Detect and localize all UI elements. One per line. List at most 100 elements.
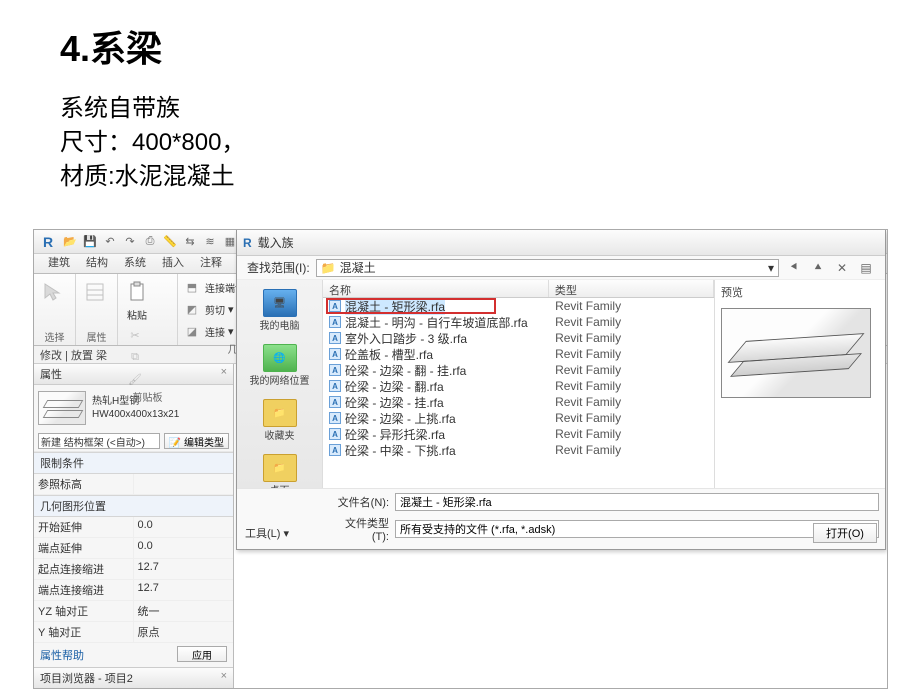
cut-label: 剪切 xyxy=(205,302,225,317)
cut-icon[interactable]: ◩ xyxy=(182,299,202,319)
place-my-network[interactable]: 🌐我的网络位置 xyxy=(245,341,315,390)
tab-structure[interactable]: 结构 xyxy=(78,252,116,273)
load-family-dialog: R 载入族 查找范围(I): 📁 混凝土 ▾ ⯇ ⯅ ✕ ▤ 🖥我的电脑 🌐我的… xyxy=(236,230,886,550)
group-select: 选择 xyxy=(34,274,76,345)
tab-insert[interactable]: 插入 xyxy=(154,252,192,273)
sync-icon[interactable]: ⇆ xyxy=(182,234,198,250)
param-k: 起点连接缩进 xyxy=(34,559,134,579)
cut-clip-icon[interactable]: ✂ xyxy=(125,325,145,345)
param-k: YZ 轴对正 xyxy=(34,601,134,621)
edit-type-button[interactable]: 📝 编辑类型 xyxy=(164,433,229,449)
folder-icon: 📁 xyxy=(321,261,336,275)
col-name[interactable]: 名称 xyxy=(323,280,549,297)
rfa-file-icon: A xyxy=(329,380,341,392)
properties-help-link[interactable]: 属性帮助 xyxy=(34,645,90,665)
scope-dropdown[interactable]: 📁 混凝土 ▾ xyxy=(316,259,779,277)
file-row[interactable]: A混凝土 - 矩形梁.rfaRevit Family xyxy=(323,298,714,314)
edit-type-label: 编辑类型 xyxy=(184,438,224,449)
file-row[interactable]: A砼梁 - 边梁 - 翻.rfaRevit Family xyxy=(323,378,714,394)
file-row[interactable]: A砼盖板 - 槽型.rfaRevit Family xyxy=(323,346,714,362)
thin-lines-icon[interactable]: ≋ xyxy=(202,234,218,250)
file-row[interactable]: A砼梁 - 边梁 - 上挑.rfaRevit Family xyxy=(323,410,714,426)
rfa-file-icon: A xyxy=(329,348,341,360)
redo-icon[interactable]: ↷ xyxy=(122,234,138,250)
file-type: Revit Family xyxy=(549,427,714,441)
instance-filter-select[interactable]: 新建 结构框架 (<自动>) xyxy=(38,433,160,449)
delete-icon[interactable]: ✕ xyxy=(833,259,851,277)
group-properties: 属性 xyxy=(76,274,118,345)
file-name: 混凝土 - 矩形梁.rfa xyxy=(345,298,445,315)
file-type-label: 文件类型(T): xyxy=(329,515,389,543)
properties-title-text: 属性 xyxy=(40,369,62,381)
tab-architecture[interactable]: 建筑 xyxy=(40,252,78,273)
join-label: 连接 xyxy=(205,324,225,339)
instance-filter-row: 新建 结构框架 (<自动>) 📝 编辑类型 xyxy=(34,431,233,452)
param-v[interactable]: 统一 xyxy=(134,601,234,621)
file-type: Revit Family xyxy=(549,315,714,329)
back-icon[interactable]: ⯇ xyxy=(785,259,803,277)
join-icon[interactable]: ◪ xyxy=(182,321,202,341)
properties-panel: 属性 × 热轧H型钢 HW400x400x13x21 新建 结构框架 (<自动>… xyxy=(34,364,234,688)
place-favorites[interactable]: 📁收藏夹 xyxy=(245,396,315,445)
param-v[interactable]: 原点 xyxy=(134,622,234,642)
monitor-icon: 🖥 xyxy=(263,289,297,317)
apply-button[interactable]: 应用 xyxy=(177,646,227,662)
file-name: 砼梁 - 边梁 - 上挑.rfa xyxy=(345,410,456,427)
place-my-computer[interactable]: 🖥我的电脑 xyxy=(245,286,315,335)
panel-close-icon[interactable]: × xyxy=(221,670,227,682)
project-browser-title: 项目浏览器 - 项目2 × xyxy=(34,668,233,689)
file-row[interactable]: A混凝土 - 明沟 - 自行车坡道底部.rfaRevit Family xyxy=(323,314,714,330)
file-row[interactable]: A砼梁 - 中梁 - 下挑.rfaRevit Family xyxy=(323,442,714,458)
modify-cursor-icon[interactable] xyxy=(38,277,68,307)
file-type-select[interactable] xyxy=(395,520,879,538)
place-desktop[interactable]: 📁桌面 xyxy=(245,451,315,488)
file-row[interactable]: A 室外入口踏步 - 3 级.rfa Revit Family xyxy=(323,330,714,346)
revit-logo-icon: R xyxy=(40,234,56,250)
print-icon[interactable]: ⎙ xyxy=(142,234,158,250)
views-icon[interactable]: ▤ xyxy=(857,259,875,277)
tab-system[interactable]: 系统 xyxy=(116,252,154,273)
save-icon[interactable]: 💾 xyxy=(82,234,98,250)
undo-icon[interactable]: ↶ xyxy=(102,234,118,250)
rfa-file-icon: A xyxy=(329,364,341,376)
dropdown-icon[interactable]: ▾ xyxy=(228,325,234,338)
paste-label: 粘贴 xyxy=(127,307,147,322)
file-rows: A混凝土 - 矩形梁.rfaRevit FamilyA混凝土 - 明沟 - 自行… xyxy=(323,298,714,488)
file-row[interactable]: A砼梁 - 边梁 - 翻 - 挂.rfaRevit Family xyxy=(323,362,714,378)
properties-icon[interactable] xyxy=(80,277,110,307)
param-v[interactable]: 12.7 xyxy=(134,559,234,579)
folder-icon: 📁 xyxy=(263,454,297,482)
match-icon[interactable]: 🖌 xyxy=(125,369,145,389)
param-k: 开始延伸 xyxy=(34,517,134,537)
param-k: 端点延伸 xyxy=(34,538,134,558)
param-ref-level: 参照标高 xyxy=(34,474,134,494)
file-row[interactable]: A砼梁 - 边梁 - 挂.rfaRevit Family xyxy=(323,394,714,410)
rfa-file-icon: A xyxy=(329,316,341,328)
param-v[interactable]: 12.7 xyxy=(134,580,234,600)
param-ref-level-value[interactable] xyxy=(134,474,234,494)
project-browser-title-text: 项目浏览器 - 项目2 xyxy=(40,673,133,685)
cope-icon[interactable]: ⬒ xyxy=(182,277,202,297)
open-button[interactable]: 打开(O) xyxy=(813,523,877,543)
dropdown-icon[interactable]: ▾ xyxy=(228,303,234,316)
paste-icon[interactable] xyxy=(122,277,152,307)
file-type: Revit Family xyxy=(549,331,714,345)
measure-icon[interactable]: 📏 xyxy=(162,234,178,250)
dialog-footer: 文件名(N): 文件类型(T): 打开(O) 工具(L) ▾ xyxy=(237,488,885,549)
rfa-file-icon: A xyxy=(329,428,341,440)
copy-clip-icon[interactable]: ⧉ xyxy=(125,347,145,367)
param-v[interactable]: 0.0 xyxy=(134,538,234,558)
file-name-label: 文件名(N): xyxy=(329,494,389,510)
param-v[interactable]: 0.0 xyxy=(134,517,234,537)
tab-annotate[interactable]: 注释 xyxy=(192,252,230,273)
tools-dropdown[interactable]: 工具(L) ▾ xyxy=(245,528,289,540)
file-name-input[interactable] xyxy=(395,493,879,511)
rfa-file-icon: A xyxy=(329,332,341,344)
panel-close-icon[interactable]: × xyxy=(221,366,227,378)
network-icon: 🌐 xyxy=(263,344,297,372)
col-type[interactable]: 类型 xyxy=(549,280,714,297)
file-name: 室外入口踏步 - 3 级.rfa xyxy=(345,330,467,347)
up-icon[interactable]: ⯅ xyxy=(809,259,827,277)
file-row[interactable]: A砼梁 - 异形托梁.rfaRevit Family xyxy=(323,426,714,442)
open-icon[interactable]: 📂 xyxy=(62,234,78,250)
